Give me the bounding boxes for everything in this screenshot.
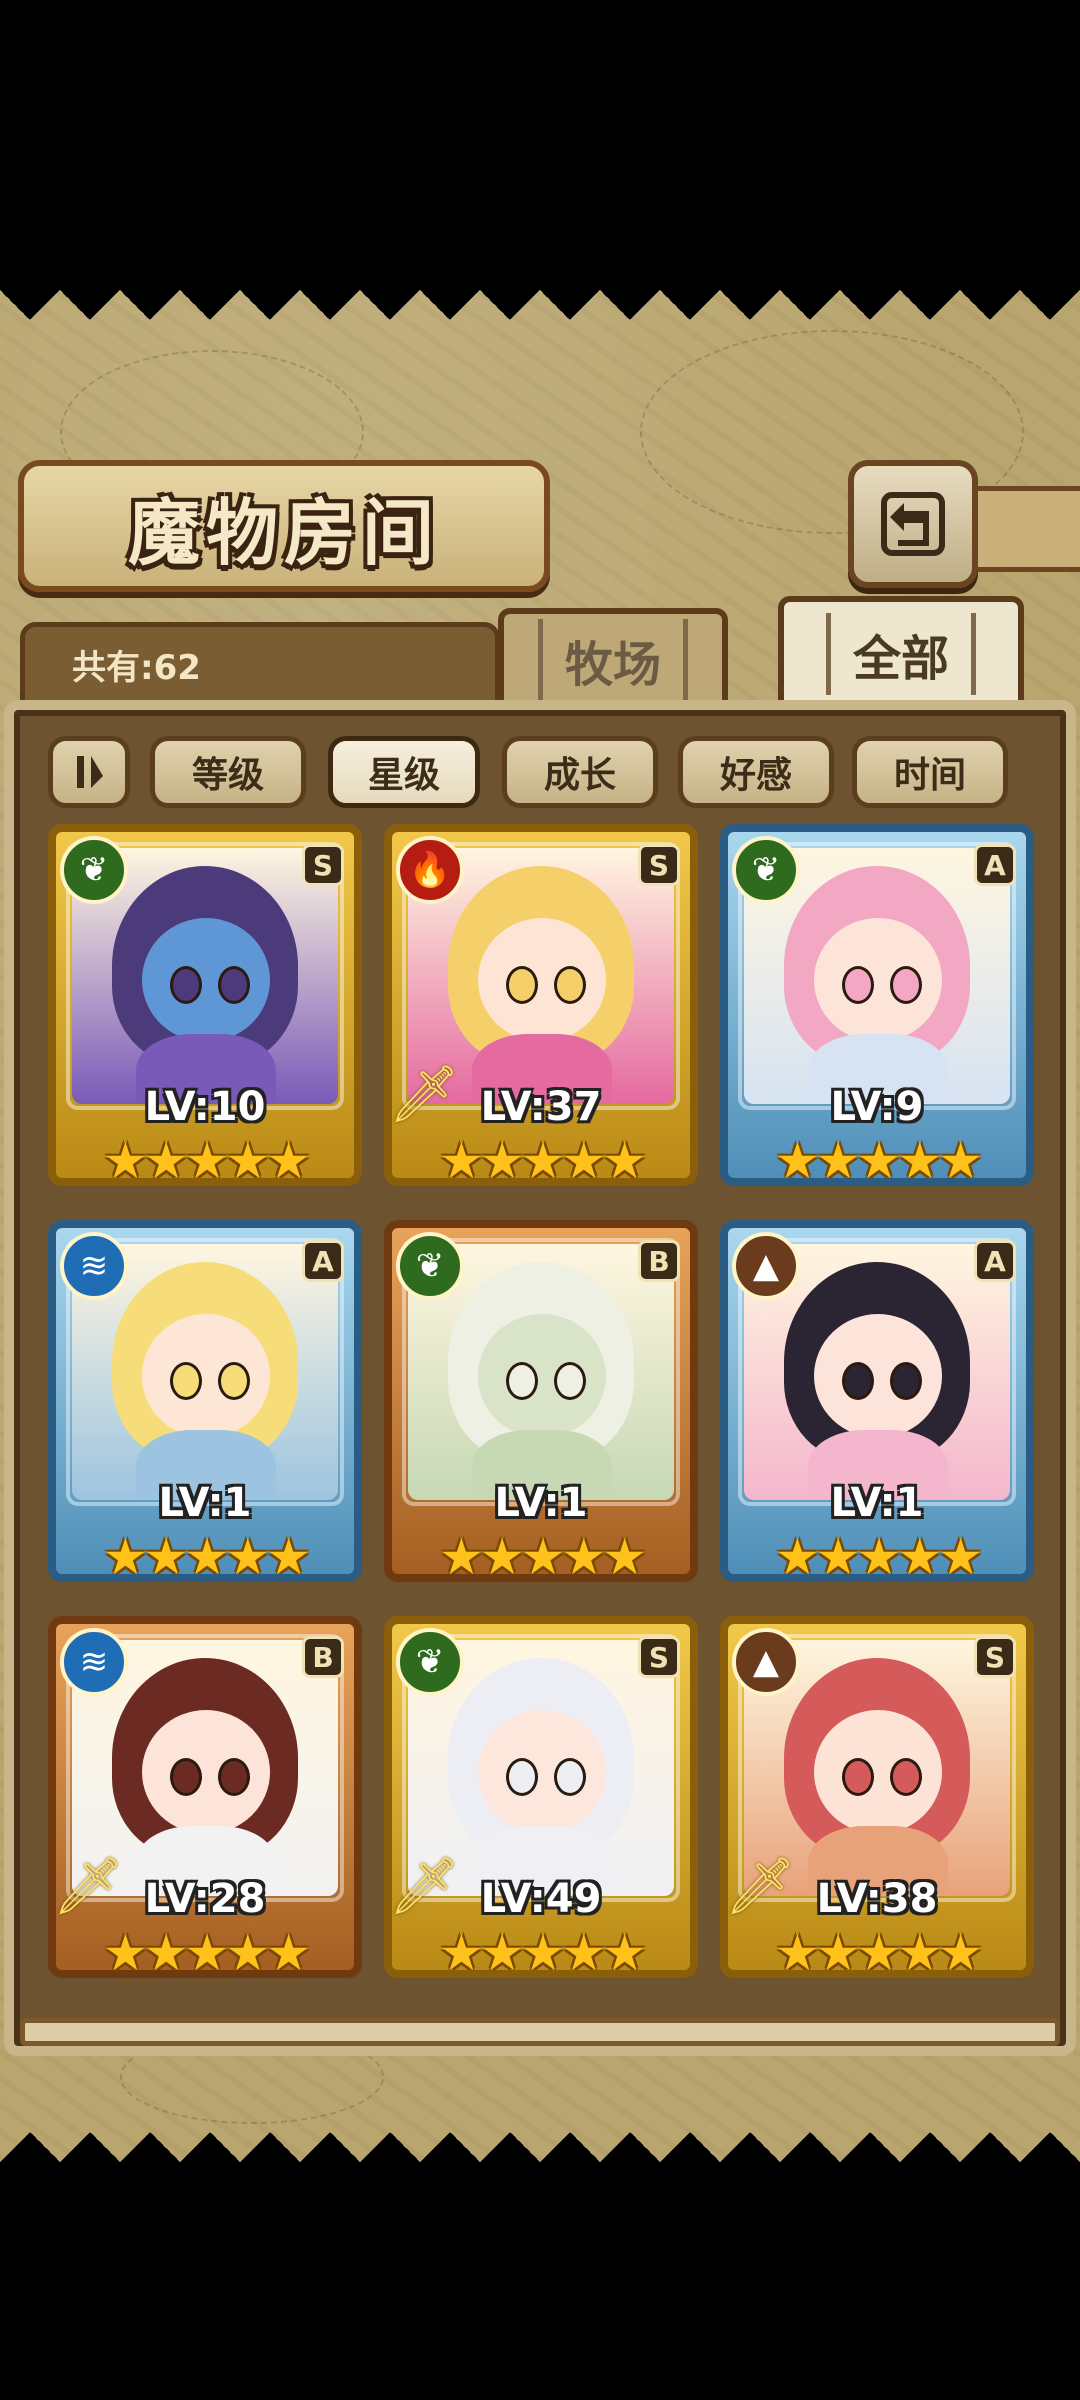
star-rating: ★★★★★ xyxy=(438,1528,647,1582)
rank-badge: S xyxy=(638,1636,680,1678)
monster-card[interactable]: ❦ A LV:9 ★★★★★ xyxy=(720,824,1034,1186)
tab-all[interactable]: 全部 xyxy=(778,596,1024,706)
rank-badge: B xyxy=(638,1240,680,1282)
tab-ranch-label: 牧场 xyxy=(537,619,688,701)
rank-badge: A xyxy=(974,844,1016,886)
star-rating: ★★★★★ xyxy=(774,1132,983,1186)
star-rating: ★★★★★ xyxy=(438,1132,647,1186)
star-rating: ★★★★★ xyxy=(438,1924,647,1978)
page-title: 魔物房间 xyxy=(127,489,440,575)
back-button-rail xyxy=(966,486,1080,572)
leaf-icon: ❦ xyxy=(396,1628,464,1696)
monster-card[interactable]: ❦ S LV:10 ★★★★★ xyxy=(48,824,362,1186)
rank-badge: S xyxy=(638,844,680,886)
mountain-icon: ▲ xyxy=(732,1628,800,1696)
mountain-icon: ▲ xyxy=(732,1232,800,1300)
monster-level: LV:49 xyxy=(480,1876,602,1922)
monster-level: LV:38 xyxy=(816,1876,938,1922)
leaf-icon: ❦ xyxy=(732,836,800,904)
rank-badge: S xyxy=(302,844,344,886)
filter-growth[interactable]: 成长 xyxy=(502,736,658,808)
sort-order-toggle[interactable] xyxy=(48,736,130,808)
filter-star[interactable]: 星级 xyxy=(328,736,480,808)
monster-card[interactable]: ▲ A LV:1 ★★★★★ xyxy=(720,1220,1034,1582)
rank-badge: A xyxy=(974,1240,1016,1282)
game-screen: 魔物房间 共有:62 牧场 全部 等级 星级 成长 好感 时间 ❦ S LV:10 ★… xyxy=(0,290,1080,2162)
rank-badge: A xyxy=(302,1240,344,1282)
monster-level: LV:1 xyxy=(158,1480,252,1526)
title-plate: 魔物房间 xyxy=(18,460,550,592)
monster-card[interactable]: ≋ A LV:1 ★★★★★ xyxy=(48,1220,362,1582)
filter-level[interactable]: 等级 xyxy=(150,736,306,808)
return-arrow-icon xyxy=(881,492,945,556)
monster-card[interactable]: ▲ S 🗡 LV:38 ★★★★★ xyxy=(720,1616,1034,1978)
tab-all-label: 全部 xyxy=(825,613,976,695)
wave-icon: ≋ xyxy=(60,1232,128,1300)
monster-card[interactable]: 🔥 S 🗡 LV:37 ★★★★★ xyxy=(384,824,698,1186)
leaf-icon: ❦ xyxy=(396,1232,464,1300)
monster-level: LV:28 xyxy=(144,1876,266,1922)
back-button[interactable] xyxy=(848,460,978,588)
filter-affection-label: 好感 xyxy=(719,755,792,796)
monster-level: LV:37 xyxy=(480,1084,602,1130)
monster-level: LV:10 xyxy=(144,1084,266,1130)
wave-icon: ≋ xyxy=(60,1628,128,1696)
monster-card[interactable]: ≋ B 🗡 LV:28 ★★★★★ xyxy=(48,1616,362,1978)
monster-card[interactable]: ❦ B LV:1 ★★★★★ xyxy=(384,1220,698,1582)
star-rating: ★★★★★ xyxy=(774,1924,983,1978)
filter-growth-label: 成长 xyxy=(543,755,616,796)
sort-order-icon xyxy=(77,756,103,788)
filter-time[interactable]: 时间 xyxy=(852,736,1008,808)
filter-affection[interactable]: 好感 xyxy=(678,736,834,808)
star-rating: ★★★★★ xyxy=(774,1528,983,1582)
star-rating: ★★★★★ xyxy=(102,1132,311,1186)
rank-badge: B xyxy=(302,1636,344,1678)
filter-time-label: 时间 xyxy=(893,755,966,796)
filter-star-label: 星级 xyxy=(367,755,440,796)
monster-count: 共有:62 xyxy=(72,648,201,688)
panel-bottom-rail xyxy=(20,2018,1060,2046)
monster-level: LV:1 xyxy=(494,1480,588,1526)
leaf-icon: ❦ xyxy=(60,836,128,904)
filter-level-label: 等级 xyxy=(191,755,264,796)
monster-level: LV:9 xyxy=(830,1084,924,1130)
flame-icon: 🔥 xyxy=(396,836,464,904)
star-rating: ★★★★★ xyxy=(102,1528,311,1582)
rank-badge: S xyxy=(974,1636,1016,1678)
star-rating: ★★★★★ xyxy=(102,1924,311,1978)
tab-ranch[interactable]: 牧场 xyxy=(498,608,728,706)
monster-level: LV:1 xyxy=(830,1480,924,1526)
monster-card[interactable]: ❦ S 🗡 LV:49 ★★★★★ xyxy=(384,1616,698,1978)
